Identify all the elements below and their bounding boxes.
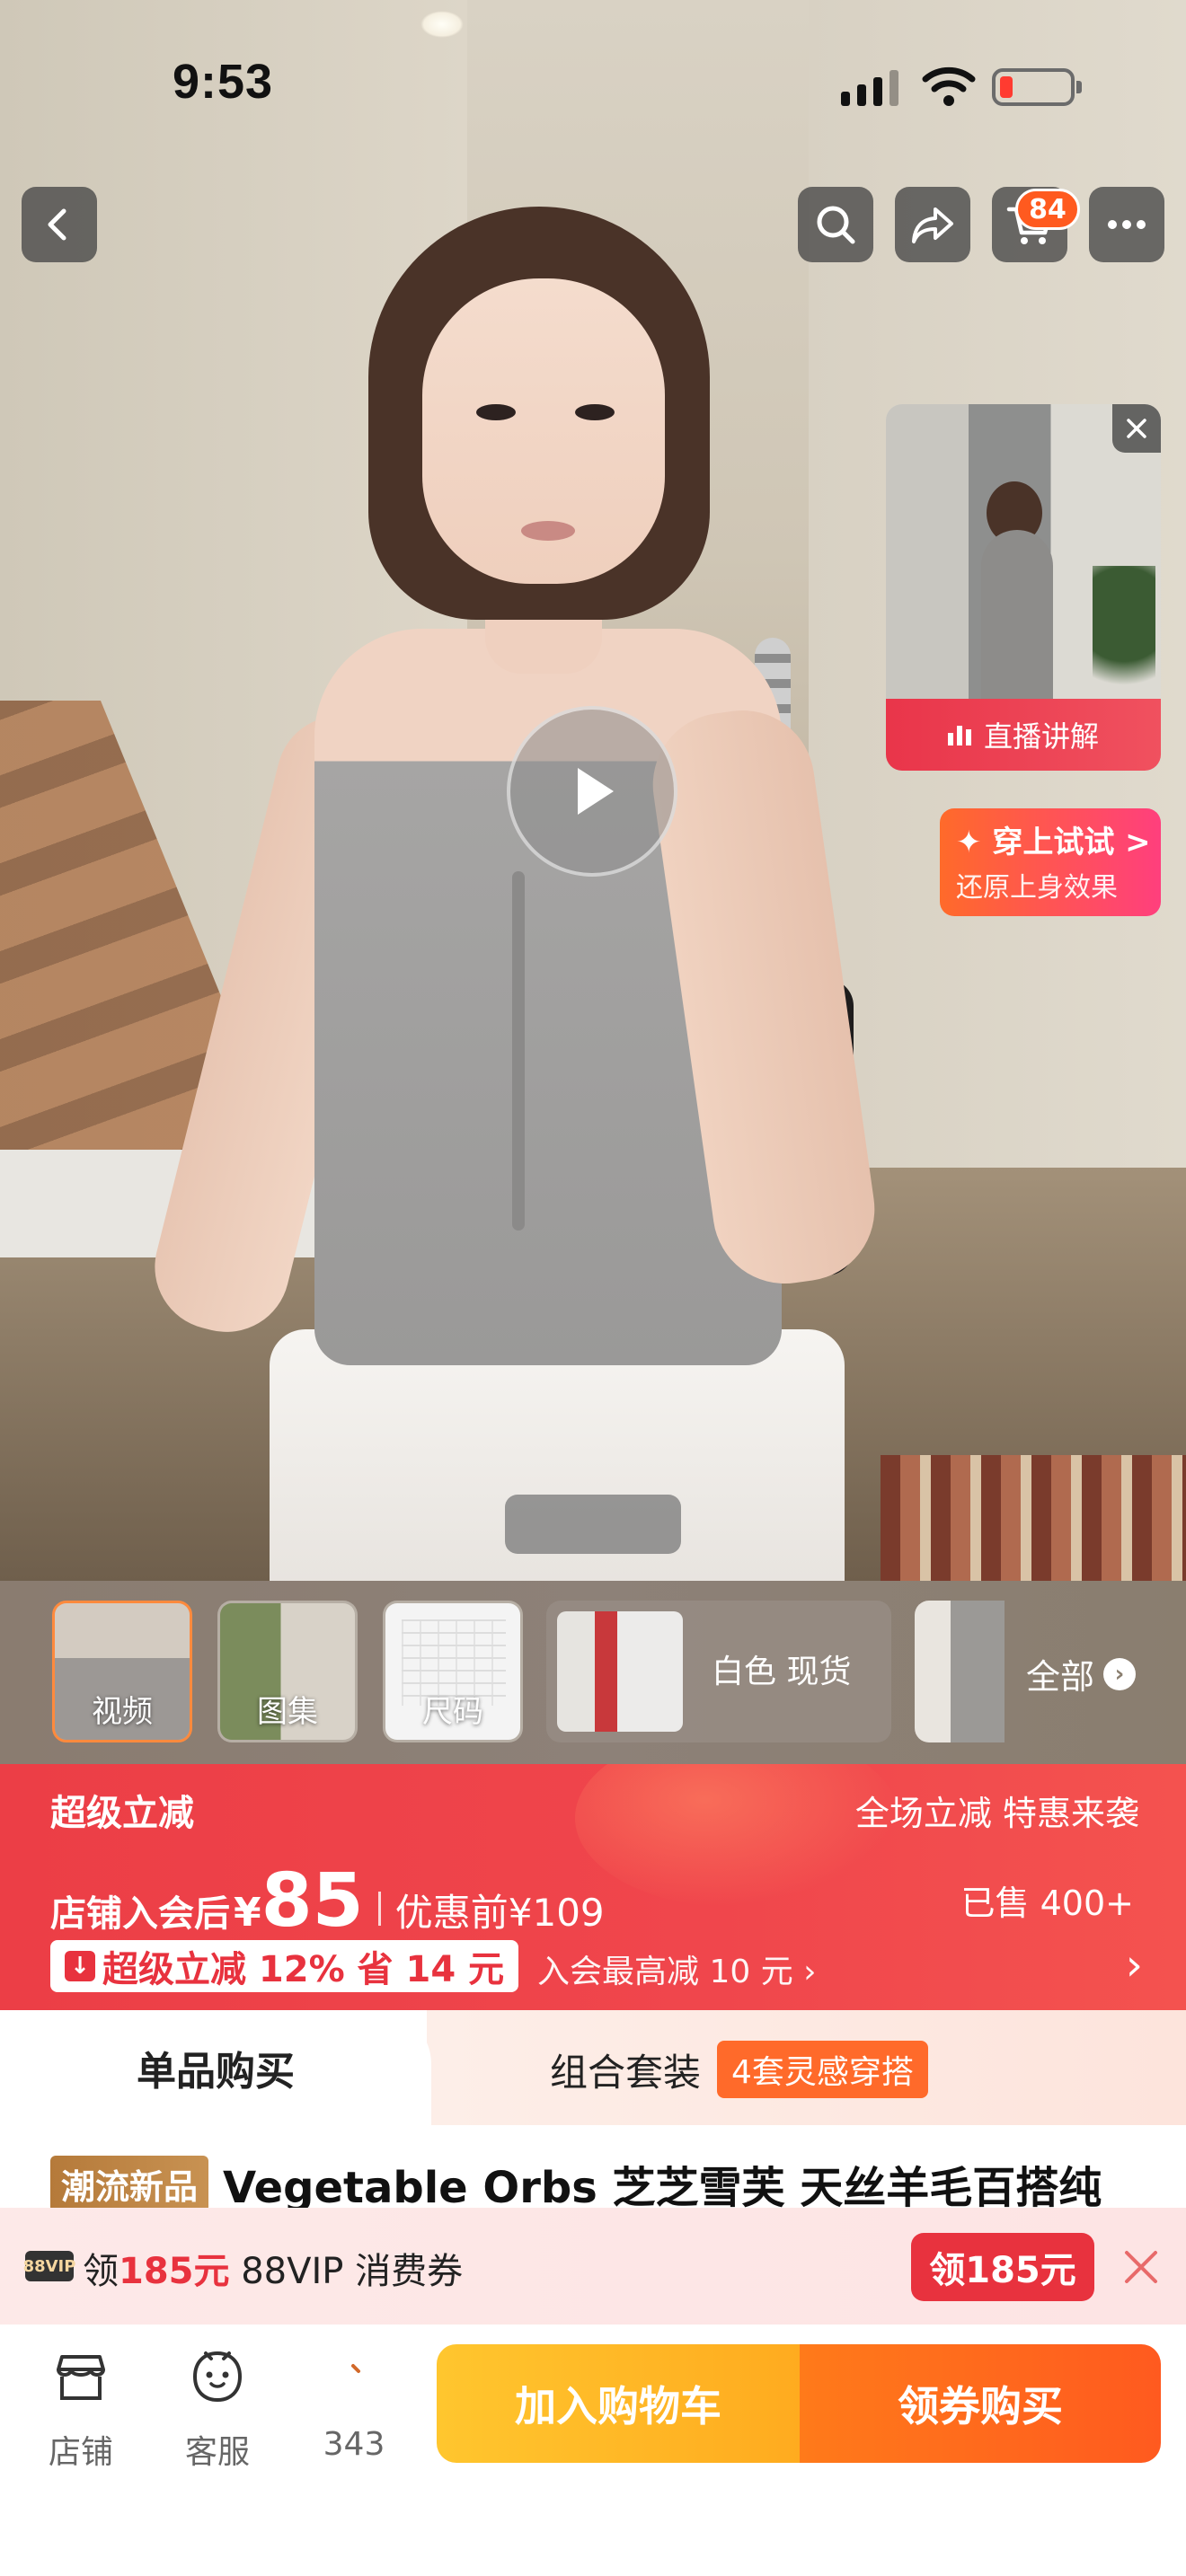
sold-count: 已售 400+: [960, 1883, 1134, 1923]
thumb-gallery[interactable]: 图集: [217, 1601, 358, 1742]
vip-text-pre: 领: [83, 2251, 119, 2292]
service-icon: [192, 2351, 243, 2403]
product-title: Vegetable Orbs 芝芝雪芙 天丝羊毛百搭纯: [223, 2163, 1102, 2213]
claim-coupon-button[interactable]: 领185元: [911, 2233, 1094, 2301]
service-label: 客服: [184, 2434, 250, 2471]
chevron-right-icon[interactable]: ›: [1126, 1940, 1143, 1990]
original-price: 优惠前¥109: [394, 1891, 605, 1935]
vip-text-post: 88VIP 消费券: [229, 2251, 464, 2292]
member-price: 店铺入会后 ¥ 85 优惠前¥109: [50, 1865, 605, 1938]
vip-logo: 88VIP: [23, 2251, 75, 2281]
bottom-action-bar: 店铺 客服 343 加入购物车 领券购买: [0, 2325, 1186, 2576]
cellular-signal-icon: [841, 68, 898, 106]
member-price-value: 85: [261, 1858, 364, 1944]
close-icon: [1127, 419, 1146, 438]
back-icon: [48, 208, 66, 241]
purchase-mode-tabs: 单品购买 组合套装 4套灵感穿搭: [0, 2010, 1186, 2125]
add-to-cart-button[interactable]: 加入购物车: [437, 2344, 800, 2463]
more-icon: [1108, 220, 1146, 229]
color-option-image: [557, 1611, 683, 1732]
color-option-white[interactable]: 白色 现货: [546, 1601, 891, 1742]
battery-icon: [992, 68, 1082, 106]
status-time: 9:53: [173, 55, 274, 109]
super-discount-title: 超级立减: [50, 1793, 194, 1834]
search-icon: [817, 206, 855, 244]
price-separator: [377, 1892, 381, 1926]
back-button[interactable]: [22, 187, 97, 262]
view-all-link[interactable]: 全部 ›: [1026, 1649, 1137, 1698]
tab-combo-set[interactable]: 组合套装 4套灵感穿搭: [550, 2041, 928, 2098]
try-on-subtitle: 还原上身效果: [956, 872, 1118, 904]
try-on-button[interactable]: ✦ 穿上试试 > 还原上身效果: [940, 808, 1161, 916]
model-photo: [141, 207, 898, 1581]
search-button[interactable]: [798, 187, 873, 262]
live-explain-label[interactable]: 直播讲解: [886, 699, 1161, 771]
play-video-button[interactable]: [507, 706, 677, 877]
store-button[interactable]: 店铺: [18, 2346, 144, 2473]
favorite-icon: [351, 2364, 360, 2373]
discount-badge: ↓ 超级立减 12% 省 14 元: [50, 1940, 519, 1992]
media-pager-indicator: [505, 1495, 681, 1554]
tab-combo-label: 组合套装: [550, 2050, 702, 2095]
member-max-discount[interactable]: 入会最高减 10 元 ›: [537, 1945, 817, 1992]
member-price-prefix: 店铺入会后: [50, 1893, 230, 1935]
store-label: 店铺: [48, 2434, 113, 2471]
chevron-right-icon: ›: [1103, 1657, 1137, 1690]
model-eye-left: [476, 404, 516, 420]
favorite-button[interactable]: 343: [291, 2346, 417, 2463]
close-icon[interactable]: [1118, 2244, 1164, 2290]
try-on-title: ✦ 穿上试试 >: [956, 825, 1151, 860]
share-button[interactable]: [895, 187, 970, 262]
new-trend-tag: 潮流新品: [50, 2155, 209, 2212]
vip-coupon-bar: 88VIP 领185元 88VIP 消费券 领185元: [0, 2208, 1186, 2325]
thumb-video-label: 视频: [92, 1694, 153, 1730]
customer-service-button[interactable]: 客服: [155, 2346, 280, 2473]
live-bars-icon: [947, 724, 971, 745]
live-preview-host: [981, 530, 1053, 719]
thumb-next-option[interactable]: [915, 1601, 1005, 1742]
banner-decoration: [575, 1764, 898, 1908]
live-explain-text: 直播讲解: [983, 719, 1099, 754]
tab-single-purchase[interactable]: 单品购买: [0, 2010, 431, 2125]
thumb-size-chart[interactable]: 尺码: [383, 1601, 523, 1742]
thumb-video[interactable]: 视频: [52, 1601, 192, 1742]
wifi-icon: [922, 66, 976, 106]
currency-symbol: ¥: [234, 1890, 261, 1936]
tank-top-tie: [512, 871, 525, 1231]
cart-count-badge: 84: [1015, 189, 1080, 230]
share-icon: [912, 207, 953, 243]
thumb-size-label: 尺码: [422, 1694, 483, 1730]
play-icon: [578, 768, 614, 815]
vip-coupon-text: 领185元 88VIP 消费券: [83, 2242, 463, 2294]
favorite-count: 343: [323, 2426, 385, 2463]
price-banner[interactable]: 超级立减 全场立减 特惠来袭 店铺入会后 ¥ 85 优惠前¥109 已售 400…: [0, 1764, 1186, 2010]
live-preview-close-button[interactable]: [1112, 404, 1161, 453]
vip-amount: 185元: [119, 2251, 230, 2292]
product-title-row: 潮流新品 Vegetable Orbs 芝芝雪芙 天丝羊毛百搭纯: [50, 2152, 1186, 2215]
promo-slogan: 全场立减 特惠来袭: [854, 1794, 1139, 1833]
model-eye-right: [575, 404, 615, 420]
discount-text: 超级立减 12% 省 14 元: [102, 1949, 505, 1990]
store-icon: [57, 2355, 105, 2400]
view-all-label: 全部: [1026, 1657, 1095, 1697]
status-bar: 9:53: [0, 0, 1186, 162]
model-lips: [521, 521, 575, 541]
color-option-label: 白色 现货: [712, 1654, 852, 1690]
combo-tag: 4套灵感穿搭: [717, 2041, 928, 2098]
photo-rug: [881, 1455, 1186, 1581]
down-arrow-icon: ↓: [65, 1951, 95, 1981]
thumb-gallery-label: 图集: [257, 1694, 318, 1730]
more-button[interactable]: [1089, 187, 1164, 262]
buy-with-coupon-button[interactable]: 领券购买: [800, 2344, 1161, 2463]
